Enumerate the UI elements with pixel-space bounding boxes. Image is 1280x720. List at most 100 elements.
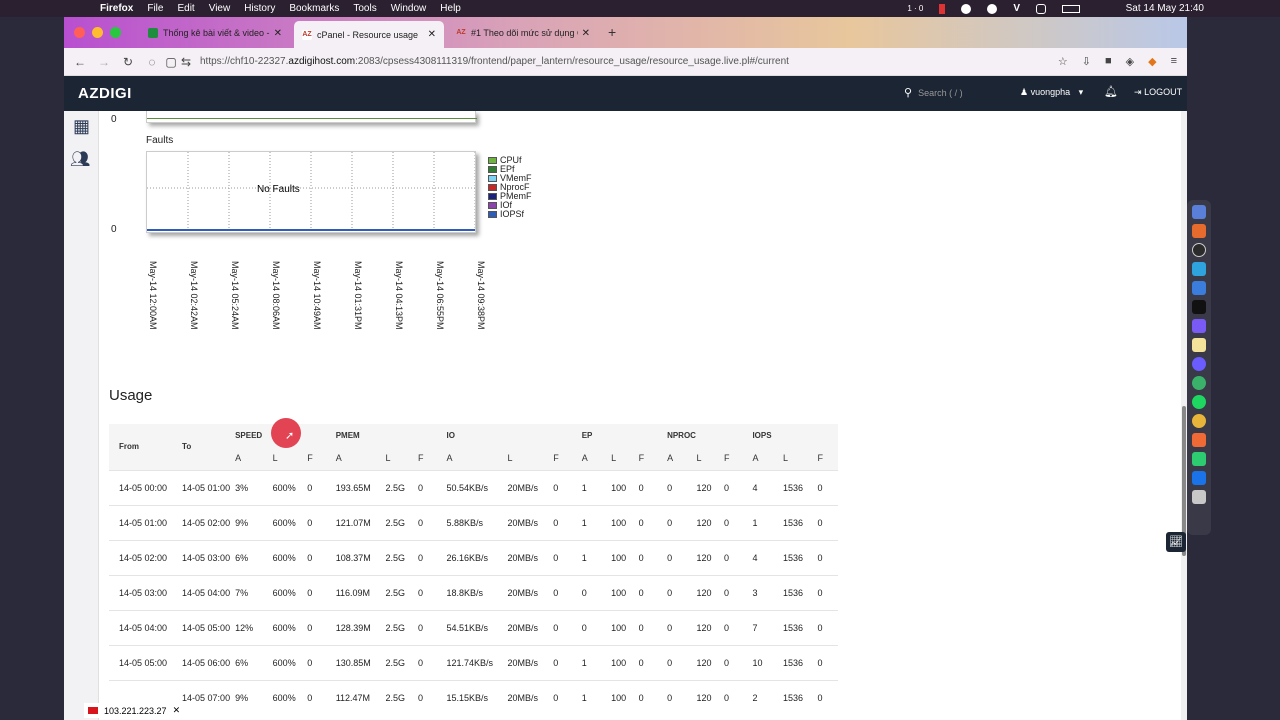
faults-plot: No Faults [146,151,476,233]
notes-icon[interactable] [1192,338,1206,352]
table-cell: 0 [418,469,447,505]
close-tab-icon[interactable]: ✕ [582,28,590,39]
table-cell: 0 [638,679,668,715]
battery-icon[interactable] [1062,4,1080,13]
menu-view[interactable]: View [209,3,231,14]
checkmark-icon[interactable] [961,3,972,14]
menu-bookmarks[interactable]: Bookmarks [289,3,339,14]
legend-swatch [488,166,497,173]
table-cell: 0 [638,539,668,575]
menu-history[interactable]: History [244,3,275,14]
table-cell: 1536 [782,644,818,680]
table-cell: 120 [696,609,724,645]
close-window-icon[interactable] [74,27,85,38]
bell-icon[interactable]: 🔔︎ [1104,85,1118,98]
chart-icon[interactable]: 📈︎ [1166,532,1186,552]
table-cell: 20MB/s [507,469,554,505]
table-cell: 1536 [782,504,818,540]
messenger-icon[interactable] [1192,357,1206,371]
minimize-window-icon[interactable] [92,27,103,38]
table-cell: 20MB/s [507,574,554,610]
table-cell: 0 [418,504,447,540]
mail-icon[interactable] [1192,281,1206,295]
legend: CPUf EPf VMemF NprocF PMemF IOf IOPSf [488,156,532,219]
search-box[interactable]: ⚲ Search ( / ) [904,86,963,99]
shield-icon[interactable]: ◌ [140,55,164,69]
maximize-window-icon[interactable] [110,27,121,38]
lock-extension-icon[interactable]: ■ [1105,55,1112,68]
firefox-icon[interactable] [1192,224,1206,238]
menu-edit[interactable]: Edit [177,3,194,14]
table-cell: 20MB/s [507,609,554,645]
close-tab-icon[interactable]: ✕ [274,28,282,39]
tab-bar: Thống kê bài viết & video - Azdi ✕ AZ cP… [64,17,1187,48]
table-cell: 0 [418,644,447,680]
sublime-icon[interactable] [1192,433,1206,447]
app-name[interactable]: Firefox [100,3,133,14]
menu-icon[interactable]: ≡ [1171,55,1177,68]
metamask-icon[interactable]: ◆ [1148,55,1156,68]
table-cell: 0 [581,574,612,610]
url-prefix: https://chf10-22327. [200,56,289,67]
table-cell: 0 [667,644,697,680]
extension-icon[interactable]: ◈ [1126,55,1134,68]
table-cell: 0 [307,504,336,540]
back-icon[interactable]: ← [68,55,92,69]
bookmark-star-icon[interactable]: ☆ [1058,55,1068,68]
trash-icon[interactable] [1192,490,1206,504]
search-placeholder: Search ( / ) [918,87,963,98]
tray-icon[interactable] [939,3,946,14]
close-icon[interactable]: ✕ [173,705,181,716]
usage-table: From To SPEED PMEM IO EP NPROC IOPS ALFA… [109,424,838,715]
tab-cpu-guide[interactable]: AZ #1 Theo dõi mức sử dụng CPU v ✕ [448,21,598,45]
reload-icon[interactable]: ↻ [116,55,140,69]
telegram-icon[interactable] [1192,262,1206,276]
table-cell: 9% [235,679,273,715]
new-tab-icon[interactable]: + [608,24,616,40]
logout-button[interactable]: ⇥ LOGOUT [1134,87,1182,98]
users-icon[interactable]: 👥︎ [70,149,90,169]
azdigi-logo[interactable]: AZDIGI [78,85,132,102]
lock-icon[interactable]: ▢ [164,55,178,69]
tray-icon[interactable] [987,3,998,14]
app-icon[interactable] [1192,376,1206,390]
zalo-icon[interactable] [1192,471,1206,485]
forward-icon[interactable]: → [92,55,116,69]
close-tab-icon[interactable]: ✕ [428,29,436,40]
chrome-icon[interactable] [1192,414,1206,428]
tab-stats[interactable]: Thống kê bài viết & video - Azdi ✕ [140,21,290,45]
table-cell: 600% [272,539,308,575]
table-cell: 3% [235,469,273,505]
table-cell: 0 [581,609,612,645]
spotify-icon[interactable] [1192,395,1206,409]
url-bar[interactable]: https://chf10-22327.azdigihost.com:2083/… [200,56,789,67]
table-cell: 0 [817,609,838,645]
sub-col-f: F [817,446,838,470]
skype-icon[interactable] [1192,319,1206,333]
table-cell: 14-05 03:00 [109,574,173,610]
table-cell: 0 [307,574,336,610]
table-cell: 14-05 06:00 [172,644,236,680]
user-menu[interactable]: ♟ vuongpha ▾ [1020,87,1083,98]
menu-window[interactable]: Window [391,3,427,14]
timer-icon[interactable] [1192,243,1206,257]
download-icon[interactable]: ⇩ [1082,55,1091,68]
table-cell: 121.74KB/s [446,644,508,680]
wifi-icon[interactable] [1036,3,1046,14]
table-cell: 0 [307,539,336,575]
permissions-icon[interactable]: ⇆ [178,55,194,69]
finder-icon[interactable] [1192,205,1206,219]
menu-help[interactable]: Help [440,3,461,14]
clock[interactable]: Sat 14 May 21:40 [1126,3,1204,14]
v-icon[interactable]: V [1013,3,1020,14]
terminal-icon[interactable] [1192,300,1206,314]
table-cell: 0 [723,469,753,505]
upper-ytick: 0 [111,114,117,125]
table-cell: 0 [723,539,753,575]
tab-resource-usage[interactable]: AZ cPanel - Resource usage ✕ [294,21,444,48]
menu-tools[interactable]: Tools [353,3,376,14]
menu-file[interactable]: File [147,3,163,14]
grid-icon[interactable]: ▦ [73,116,90,137]
camtasia-icon[interactable] [1192,452,1206,466]
table-cell: 26.16KB/s [446,539,508,575]
